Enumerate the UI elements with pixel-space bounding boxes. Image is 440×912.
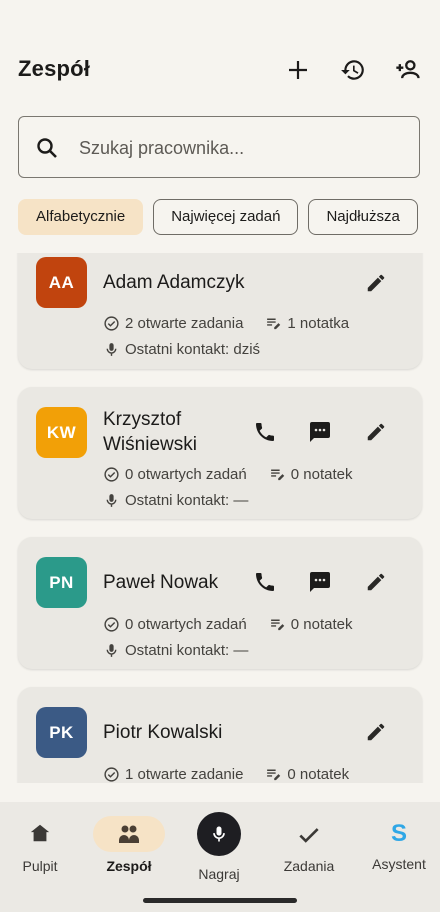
search-input[interactable] xyxy=(77,127,411,169)
assistant-s-icon: S xyxy=(390,820,408,847)
phone-icon xyxy=(256,423,274,441)
open-tasks-count: 1 otwarte zadanie xyxy=(125,765,244,783)
message-icon xyxy=(310,572,330,592)
employee-name: Piotr Kowalski xyxy=(103,722,223,743)
employee-name: Krzysztof Wiśniewski xyxy=(103,409,197,455)
nav-label: Asystent xyxy=(372,856,426,872)
chip-longest[interactable]: Najdłuższa xyxy=(308,199,418,235)
nav-label: Zadania xyxy=(283,858,335,874)
check-circle-icon xyxy=(104,766,119,782)
contact-info: Ostatni kontakt: dziś xyxy=(103,339,260,359)
employee-card[interactable]: PK Piotr Kowalski 1 otwarte zadanie 0 no… xyxy=(18,687,422,783)
note-icon xyxy=(270,469,284,480)
call-button[interactable] xyxy=(247,414,283,450)
note-icon xyxy=(267,318,281,329)
employee-card[interactable]: PN Paweł Nowak 0 otwartych zadań 0 notat… xyxy=(18,537,422,669)
employee-card[interactable]: AA Adam Adamczyk 2 otwarte zadania 1 not… xyxy=(18,253,422,369)
nav-item-pulpit[interactable]: Pulpit xyxy=(0,802,84,902)
history-button[interactable] xyxy=(335,52,371,88)
edit-button[interactable] xyxy=(358,714,394,750)
notes-count: 0 notatek xyxy=(290,615,353,633)
person-add-icon xyxy=(396,60,420,79)
note-icon xyxy=(270,619,284,630)
avatar: KW xyxy=(36,407,87,458)
open-tasks-count: 0 otwartych zadań xyxy=(125,615,247,633)
open-tasks-count: 0 otwartych zadań xyxy=(125,465,247,483)
phone-icon xyxy=(256,573,274,591)
nav-item-zespol[interactable]: Zespół xyxy=(85,802,173,902)
employee-name: Adam Adamczyk xyxy=(103,272,245,293)
check-icon xyxy=(296,822,322,848)
message-button[interactable] xyxy=(302,414,338,450)
nav-label: Pulpit xyxy=(22,858,58,874)
app-header: Zespół xyxy=(0,0,440,110)
home-icon xyxy=(29,822,51,844)
contact-info: Ostatni kontakt: — xyxy=(103,640,248,660)
check-circle-icon xyxy=(104,466,119,482)
tasks-info: 0 otwartych zadań 0 notatek xyxy=(103,464,352,484)
check-circle-icon xyxy=(104,315,119,331)
edit-button[interactable] xyxy=(358,564,394,600)
mic-small-icon xyxy=(106,342,117,356)
last-contact: Ostatni kontakt: — xyxy=(125,641,249,659)
employee-card[interactable]: KW Krzysztof Wiśniewski 0 otwartych zada… xyxy=(18,387,422,519)
notes-count: 0 notatek xyxy=(290,465,353,483)
nav-label: Zespół xyxy=(106,858,152,874)
avatar: PN xyxy=(36,557,87,608)
pencil-icon xyxy=(367,723,385,741)
check-circle-icon xyxy=(104,616,119,632)
message-button[interactable] xyxy=(302,564,338,600)
last-contact: Ostatni kontakt: — xyxy=(125,491,249,509)
mic-small-icon xyxy=(106,493,117,507)
notes-count: 0 notatek xyxy=(287,765,350,783)
nav-label: Nagraj xyxy=(198,866,240,882)
chip-alphabetical[interactable]: Alfabetycznie xyxy=(18,199,144,235)
mic-icon xyxy=(213,826,225,842)
add-person-button[interactable] xyxy=(390,52,426,88)
page-title: Zespół xyxy=(18,56,91,81)
employee-name: Paweł Nowak xyxy=(103,572,219,593)
add-button[interactable] xyxy=(280,52,316,88)
bottom-nav: Pulpit Zespół Nagraj Zadania S Asystent xyxy=(0,802,440,912)
nav-item-nagraj[interactable]: Nagraj xyxy=(175,802,263,902)
last-contact: Ostatni kontakt: dziś xyxy=(125,340,261,358)
tasks-info: 1 otwarte zadanie 0 notatek xyxy=(103,764,349,783)
tasks-info: 0 otwartych zadań 0 notatek xyxy=(103,614,352,634)
edit-button[interactable] xyxy=(358,414,394,450)
avatar: AA xyxy=(36,257,87,308)
record-button[interactable] xyxy=(197,812,241,856)
history-icon xyxy=(341,60,364,80)
employee-list: AA Adam Adamczyk 2 otwarte zadania 1 not… xyxy=(0,253,440,783)
search-icon xyxy=(37,138,57,158)
pencil-icon xyxy=(367,423,385,441)
mic-small-icon xyxy=(106,643,117,657)
edit-button[interactable] xyxy=(358,265,394,301)
open-tasks-count: 2 otwarte zadania xyxy=(125,314,244,332)
team-icon xyxy=(117,822,141,846)
sort-chips: Alfabetycznie Najwięcej zadań Najdłuższa xyxy=(18,199,440,235)
contact-info: Ostatni kontakt: — xyxy=(103,490,248,510)
plus-icon xyxy=(289,61,307,79)
pencil-icon xyxy=(367,274,385,292)
notes-count: 1 notatka xyxy=(287,314,350,332)
note-icon xyxy=(267,769,281,780)
tasks-info: 2 otwarte zadania 1 notatka xyxy=(103,313,349,333)
gesture-handle xyxy=(143,898,297,903)
nav-item-asystent[interactable]: S Asystent xyxy=(355,802,440,902)
chip-most-tasks[interactable]: Najwięcej zadań xyxy=(153,199,299,235)
nav-item-zadania[interactable]: Zadania xyxy=(265,802,353,902)
avatar: PK xyxy=(36,707,87,758)
search-box xyxy=(18,116,420,178)
pencil-icon xyxy=(367,573,385,591)
message-icon xyxy=(310,422,330,442)
call-button[interactable] xyxy=(247,564,283,600)
